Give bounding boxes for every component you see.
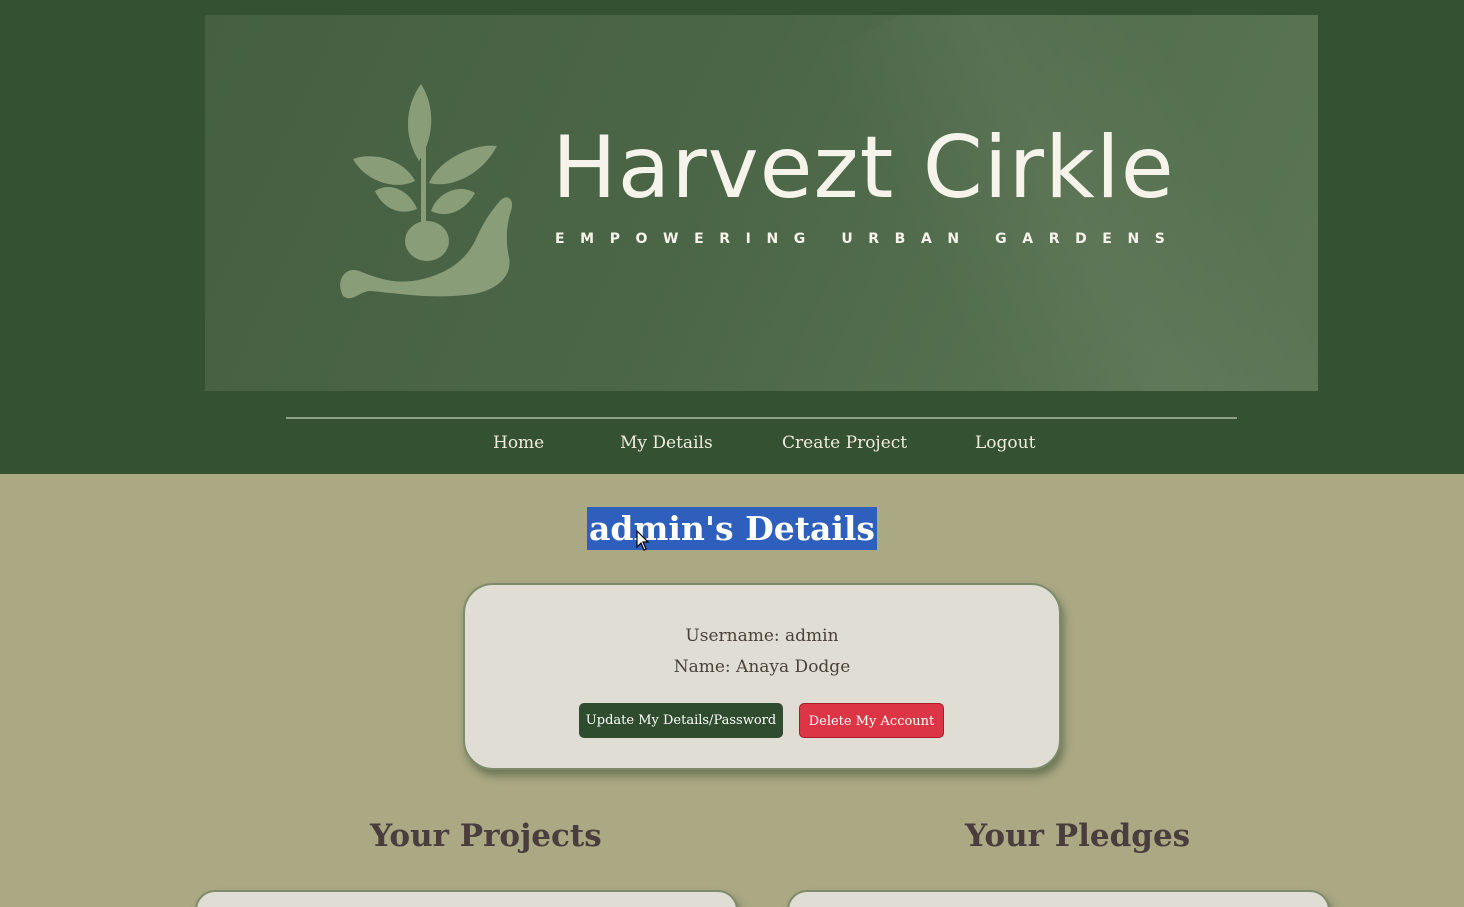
nav-my-details-link[interactable]: My Details (620, 433, 713, 453)
nav-home-link[interactable]: Home (493, 433, 544, 453)
delete-account-button[interactable]: Delete My Account (799, 703, 944, 738)
plant-in-hand-icon (340, 84, 513, 299)
mouse-cursor-icon (636, 530, 650, 551)
brand-tagline: EMPOWERING URBAN GARDENS (555, 231, 1181, 247)
your-projects-heading: Your Projects (370, 818, 602, 854)
brand-name: Harvezt Cirkle (552, 118, 1175, 218)
pledges-panel (787, 890, 1330, 907)
brand-banner: Harvezt Cirkle EMPOWERING URBAN GARDENS (205, 15, 1318, 391)
update-details-button[interactable]: Update My Details/Password (579, 703, 783, 738)
nav-create-project-link[interactable]: Create Project (782, 433, 907, 453)
page-title: admin's Details (587, 507, 877, 550)
user-details-card: Username: admin Name: Anaya Dodge Update… (463, 583, 1061, 770)
nav-divider (286, 417, 1237, 419)
site-header: Harvezt Cirkle EMPOWERING URBAN GARDENS … (0, 0, 1464, 474)
nav-logout-link[interactable]: Logout (975, 433, 1035, 453)
name-text: Name: Anaya Dodge (673, 657, 851, 677)
projects-panel (195, 890, 738, 907)
your-pledges-heading: Your Pledges (965, 818, 1191, 854)
page-title-container: admin's Details (0, 507, 1464, 550)
username-text: Username: admin (685, 626, 839, 646)
main-nav: Home My Details Create Project Logout (0, 433, 1464, 463)
